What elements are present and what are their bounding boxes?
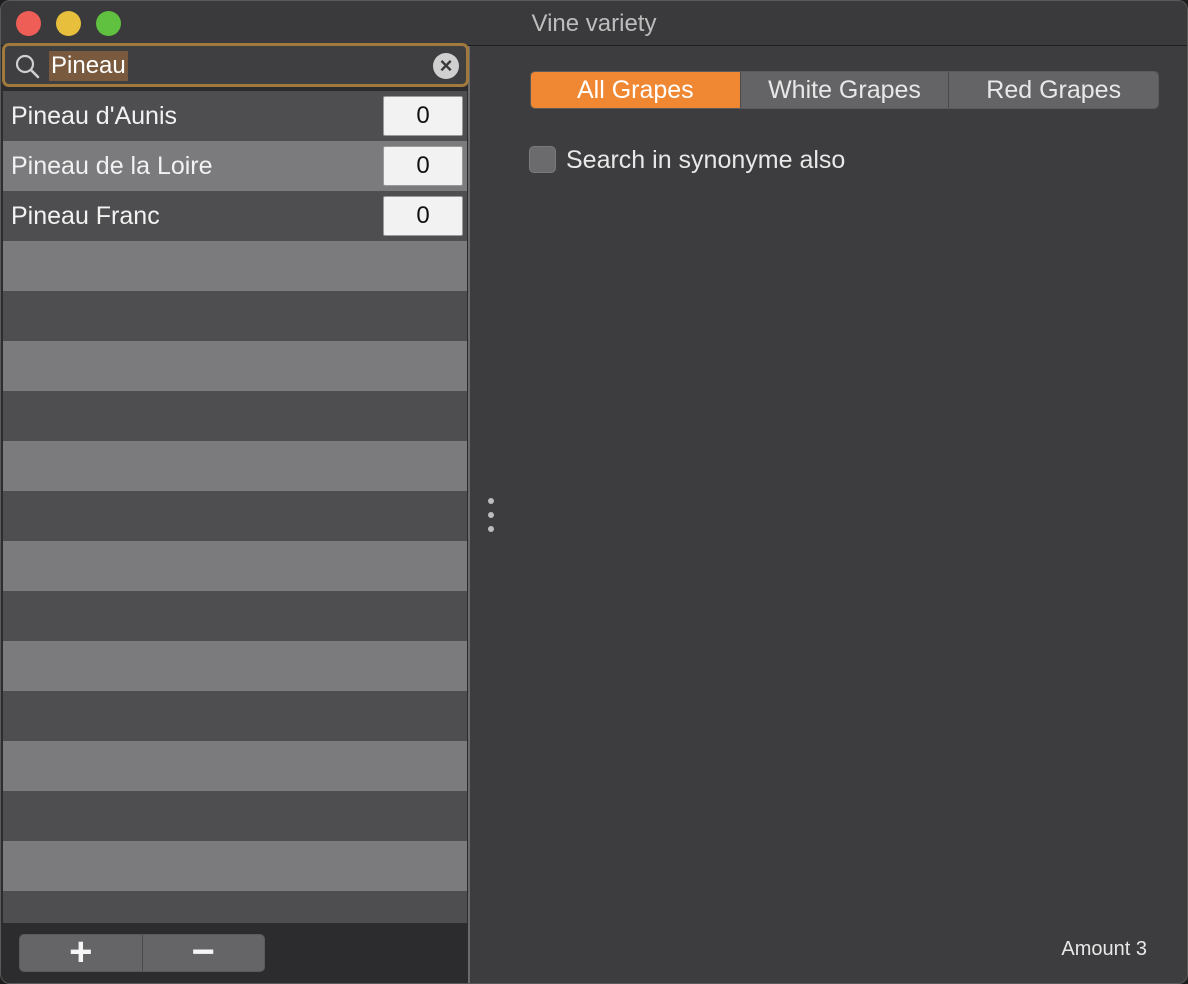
empty-row: [3, 641, 467, 691]
empty-row: [3, 491, 467, 541]
variety-count-field[interactable]: 0: [383, 196, 463, 236]
empty-row: [3, 791, 467, 841]
tab-white-grapes[interactable]: White Grapes: [739, 72, 949, 108]
split-view-handle[interactable]: [487, 498, 495, 534]
synonyme-checkbox-label[interactable]: Search in synonyme also: [566, 145, 845, 175]
title-bar[interactable]: Vine variety: [1, 1, 1187, 46]
tab-red-grapes[interactable]: Red Grapes: [948, 72, 1158, 108]
search-icon: [15, 54, 40, 79]
variety-name: Pineau d'Aunis: [11, 102, 178, 130]
empty-row: [3, 741, 467, 791]
empty-row: [3, 541, 467, 591]
empty-row: [3, 691, 467, 741]
empty-row: [3, 291, 467, 341]
list-item[interactable]: Pineau de la Loire 0: [3, 141, 467, 191]
grape-type-filter: All Grapes White Grapes Red Grapes: [530, 71, 1159, 109]
list-item[interactable]: Pineau d'Aunis 0: [3, 91, 467, 141]
empty-row: [3, 341, 467, 391]
synonyme-checkbox[interactable]: [529, 146, 556, 173]
empty-row: [3, 841, 467, 891]
empty-row: [3, 891, 467, 923]
variety-name: Pineau Franc: [11, 202, 160, 230]
vertical-dots-icon: [488, 526, 494, 532]
result-amount: Amount 3: [1061, 938, 1147, 960]
vertical-dots-icon: [488, 512, 494, 518]
variety-count-field[interactable]: 0: [383, 146, 463, 186]
list-item[interactable]: Pineau Franc 0: [3, 191, 467, 241]
vertical-dots-icon: [488, 498, 494, 504]
empty-row: [3, 241, 467, 291]
empty-row: [3, 391, 467, 441]
variety-list[interactable]: Pineau d'Aunis 0 Pineau de la Loire 0 Pi…: [3, 91, 467, 923]
variety-name: Pineau de la Loire: [11, 152, 213, 180]
tab-all-grapes[interactable]: All Grapes: [531, 72, 740, 108]
empty-row: [3, 591, 467, 641]
empty-row: [3, 441, 467, 491]
clear-search-icon[interactable]: ×: [433, 53, 459, 79]
list-toolbar: + −: [3, 923, 467, 983]
remove-variety-button[interactable]: −: [141, 935, 265, 971]
variety-list-pane: Pineau × Pineau d'Aunis 0 Pineau de la L…: [1, 43, 470, 983]
search-input[interactable]: Pineau ×: [2, 43, 469, 87]
search-input-value[interactable]: Pineau: [49, 51, 128, 81]
add-remove-control: + −: [19, 934, 265, 972]
add-variety-button[interactable]: +: [20, 935, 142, 971]
variety-count-field[interactable]: 0: [383, 96, 463, 136]
app-window: Vine variety Pineau × Pineau d'Aunis 0 P…: [0, 0, 1188, 984]
window-title: Vine variety: [531, 10, 657, 37]
